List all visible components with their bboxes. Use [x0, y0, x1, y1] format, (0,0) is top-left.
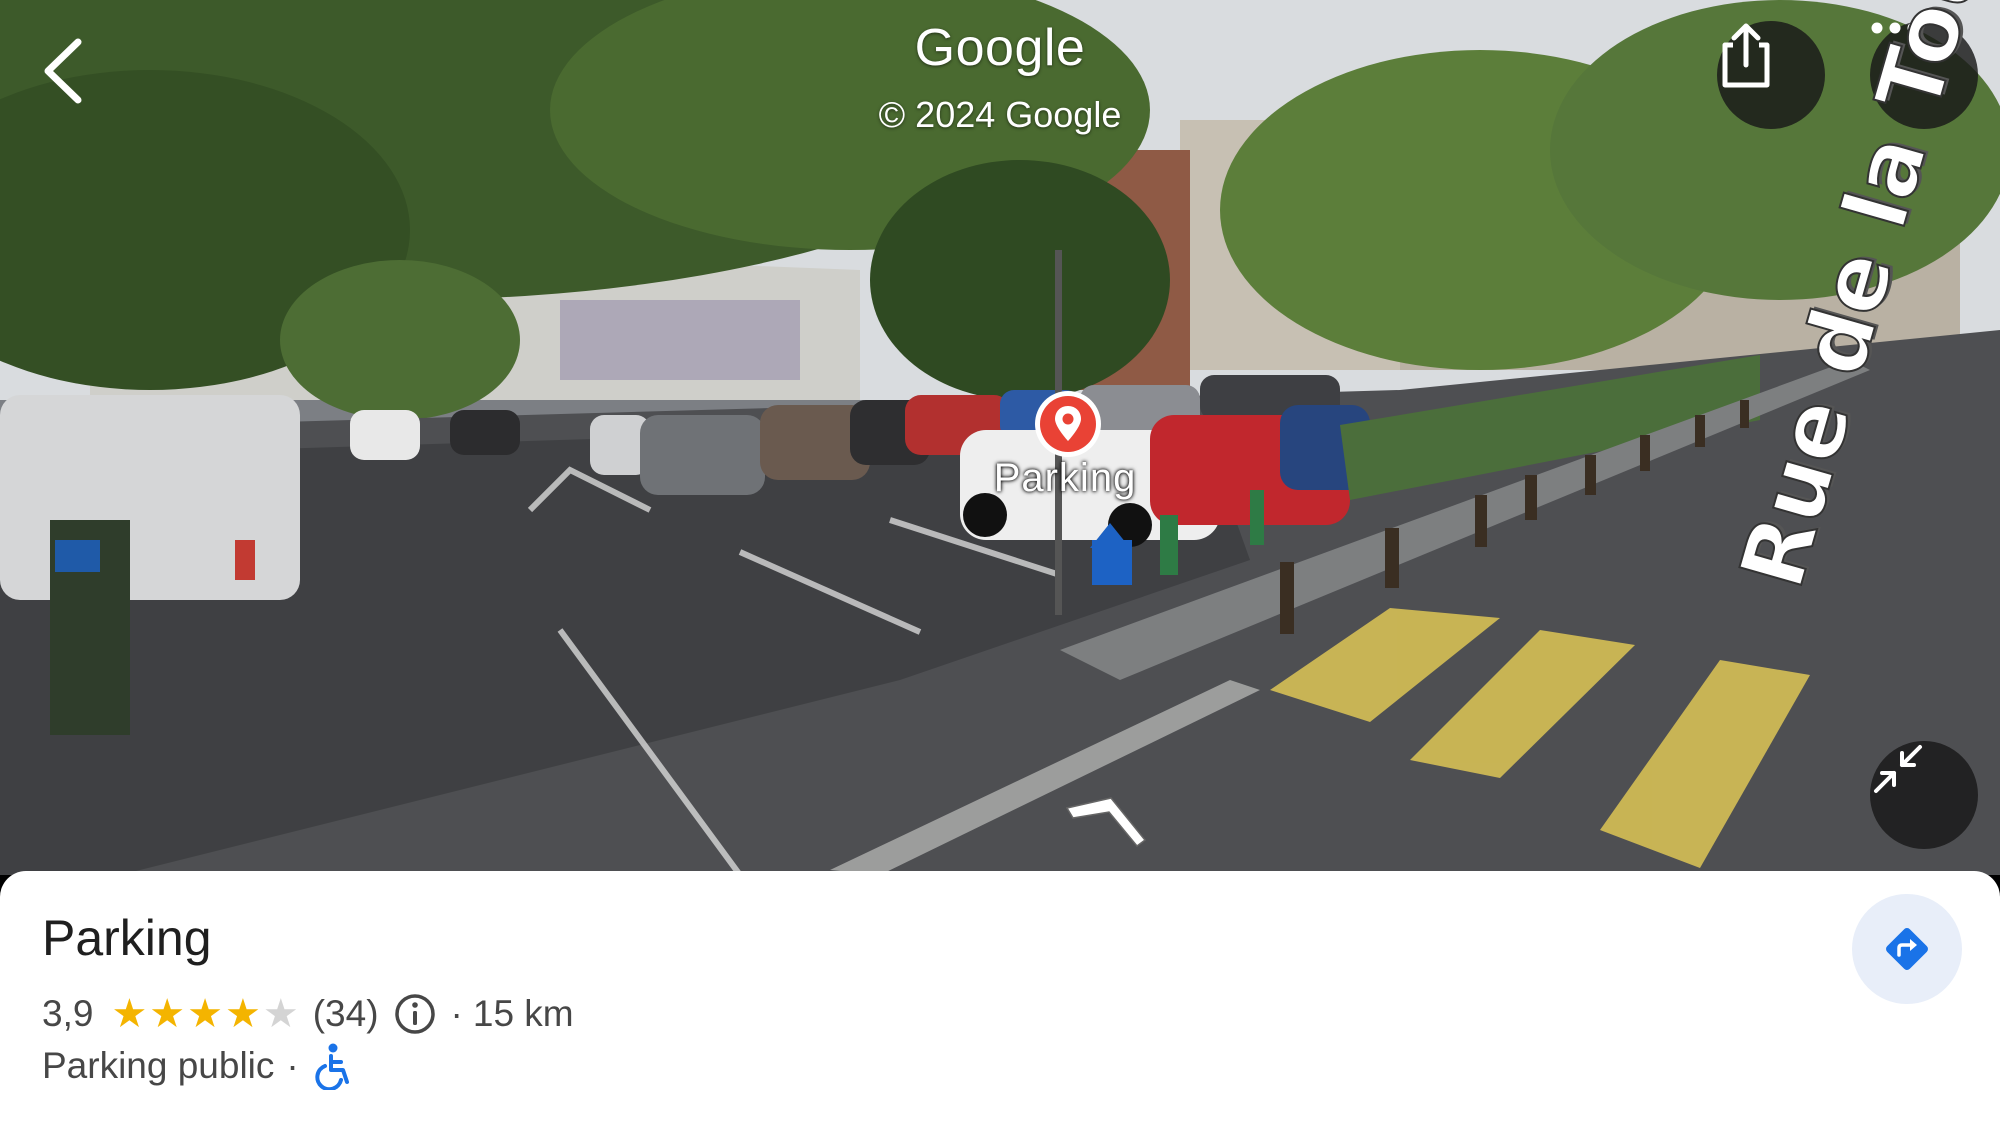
star-icon: ★	[111, 992, 148, 1036]
review-count[interactable]: (34)	[313, 993, 379, 1035]
separator-dot: ·	[286, 1045, 299, 1086]
distance: 15 km	[472, 993, 574, 1034]
star-icon: ★	[187, 992, 224, 1036]
star-empty-icon: ★	[262, 992, 299, 1036]
back-button[interactable]	[40, 36, 110, 120]
category: Parking public	[42, 1045, 275, 1086]
wheelchair-icon	[311, 1042, 355, 1090]
street-view-panorama[interactable]: Google © 2024 Google Parking Rue de la T…	[0, 0, 2000, 875]
collapse-button[interactable]	[1870, 741, 1978, 849]
map-pin-icon	[1035, 391, 1101, 457]
place-title[interactable]: Parking	[42, 909, 212, 967]
star-icon: ★	[149, 992, 186, 1036]
navigation-arrow-icon	[1065, 797, 1147, 848]
category-row: Parking public ·	[42, 1041, 355, 1091]
directions-button[interactable]	[1852, 894, 1962, 1004]
share-button[interactable]	[1717, 21, 1825, 129]
collapse-icon	[1874, 745, 1922, 793]
pin-label[interactable]: Parking	[960, 456, 1170, 501]
directions-icon	[1886, 928, 1928, 970]
copyright-text: © 2024 Google	[878, 94, 1122, 135]
rating-value: 3,9	[42, 993, 94, 1034]
separator-dot: ·	[450, 993, 463, 1034]
rating-row[interactable]: 3,9 ★ ★ ★ ★ ★ (34) · 15 km	[42, 989, 574, 1039]
navigation-arrow[interactable]	[1063, 790, 1148, 850]
star-icon: ★	[225, 992, 261, 1036]
place-pin-marker[interactable]	[1033, 389, 1103, 459]
google-brand: Google	[914, 19, 1086, 77]
share-icon	[1722, 23, 1770, 88]
info-icon[interactable]	[393, 992, 437, 1036]
place-info-card[interactable]: Parking 3,9 ★ ★ ★ ★ ★ (34) · 15 km Parki…	[0, 871, 2000, 1125]
star-rating: ★ ★ ★ ★ ★	[111, 994, 298, 1034]
chevron-left-icon	[44, 38, 82, 104]
